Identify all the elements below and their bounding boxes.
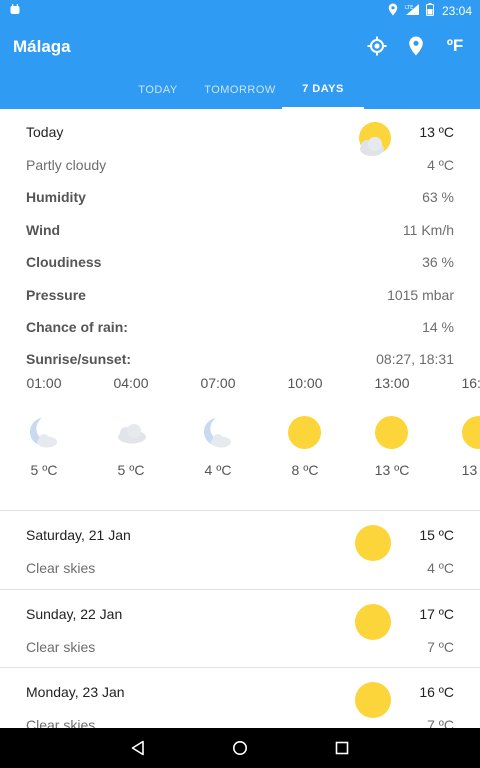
day-condition: Clear skies	[26, 560, 96, 576]
hour-time: 16:00	[461, 375, 480, 391]
day-name: Sunday, 22 Jan	[26, 606, 123, 622]
tab-bar: TODAY TOMORROW 7 DAYS	[0, 70, 480, 109]
gps-icon	[367, 36, 387, 56]
today-condition: Partly cloudy	[26, 157, 107, 173]
day-max-temp: 17 ºC	[419, 606, 454, 622]
sunrise-sunset-label: Sunrise/sunset:	[26, 351, 132, 367]
signal-icon: LTE	[404, 3, 420, 19]
back-triangle-icon	[131, 740, 144, 756]
today-label: Today	[26, 124, 64, 140]
recent-square-icon	[335, 741, 349, 755]
android-icon	[9, 3, 21, 18]
hourly-item: 13:00 13 ºC	[362, 375, 422, 478]
hourly-item: 16:00 13 ºC	[449, 375, 480, 478]
hourly-item: 07:00 4 ºC	[188, 375, 248, 478]
unit-toggle-button[interactable]: ºF	[441, 34, 469, 58]
wind-value: 11 Km/h	[402, 222, 454, 238]
location-status-icon	[388, 3, 398, 19]
day-row-saturday[interactable]: Saturday, 21 Jan 15 ºC Clear skies 4 ºC	[0, 511, 480, 589]
cloud-icon	[113, 415, 149, 451]
day-min-temp: 7 ºC	[427, 639, 454, 655]
sunrise-sunset-value: 08:27, 18:31	[376, 351, 454, 367]
map-pin-icon	[409, 36, 423, 56]
svg-text:LTE: LTE	[405, 5, 413, 11]
chance-of-rain-value: 14 %	[422, 319, 454, 335]
status-bar: LTE 23:04	[0, 0, 480, 20]
city-title: Málaga	[13, 37, 71, 56]
today-max-temp: 13 ºC	[419, 124, 454, 140]
hour-temp: 5 ºC	[30, 462, 58, 478]
forecast-list[interactable]: Today 13 ºC Partly cloudy 4 ºC Humidity …	[0, 109, 480, 728]
sun-icon	[288, 416, 321, 449]
hour-temp: 8 ºC	[291, 462, 319, 478]
hourly-item: 04:00 5 ºC	[101, 375, 161, 478]
hour-time: 01:00	[26, 375, 62, 391]
day-max-temp: 15 ºC	[419, 527, 454, 543]
moon-cloud-icon	[200, 415, 236, 451]
hour-time: 10:00	[287, 375, 323, 391]
sun-icon	[462, 416, 480, 449]
tab-today[interactable]: TODAY	[134, 70, 182, 109]
partly-cloudy-icon	[354, 121, 394, 161]
hourly-item: 01:00 5 ºC	[14, 375, 74, 478]
system-nav-bar	[0, 728, 480, 768]
wind-label: Wind	[26, 222, 61, 238]
tab-7-days[interactable]: 7 DAYS	[282, 70, 364, 109]
status-time: 23:04	[441, 4, 472, 18]
hour-temp: 4 ºC	[204, 462, 232, 478]
hour-time: 13:00	[374, 375, 410, 391]
day-max-temp: 16 ºC	[419, 684, 454, 700]
back-button[interactable]	[126, 736, 150, 760]
hourly-forecast-strip[interactable]: 01:00 5 ºC 04:00 5 ºC 07:00 4 ºC 10:00 8…	[0, 375, 480, 485]
app-bar: LTE 23:04 Málaga ºF TODAY TOMORROW 7 DAY…	[0, 0, 480, 109]
today-min-temp: 4 ºC	[427, 157, 454, 173]
hourly-item: 10:00 8 ºC	[275, 375, 335, 478]
choose-location-button[interactable]	[404, 34, 428, 58]
day-min-temp: 7 ºC	[427, 717, 454, 728]
day-min-temp: 4 ºC	[427, 560, 454, 576]
moon-cloud-icon	[26, 415, 62, 451]
hour-temp: 5 ºC	[117, 462, 145, 478]
cloudiness-label: Cloudiness	[26, 254, 102, 270]
hour-temp: 13 ºC	[374, 462, 410, 478]
chance-of-rain-label: Chance of rain:	[26, 319, 128, 335]
pressure-label: Pressure	[26, 287, 86, 303]
hour-time: 04:00	[113, 375, 149, 391]
day-name: Monday, 23 Jan	[26, 684, 125, 700]
day-row-sunday[interactable]: Sunday, 22 Jan 17 ºC Clear skies 7 ºC	[0, 590, 480, 668]
day-condition: Clear skies	[26, 717, 96, 728]
pressure-value: 1015 mbar	[387, 287, 454, 303]
hour-time: 07:00	[200, 375, 236, 391]
humidity-value: 63 %	[422, 189, 454, 205]
sun-icon	[355, 525, 391, 561]
cloudiness-value: 36 %	[422, 254, 454, 270]
today-card[interactable]: Today 13 ºC Partly cloudy 4 ºC Humidity …	[0, 109, 480, 510]
home-button[interactable]	[228, 736, 252, 760]
day-name: Saturday, 21 Jan	[26, 527, 131, 543]
sun-icon	[355, 604, 391, 640]
sun-icon	[355, 682, 391, 718]
day-condition: Clear skies	[26, 639, 96, 655]
my-location-button[interactable]	[365, 34, 389, 58]
hour-temp: 13 ºC	[461, 462, 480, 478]
home-circle-icon	[233, 741, 247, 755]
tab-tomorrow[interactable]: TOMORROW	[203, 70, 277, 109]
battery-icon	[425, 3, 434, 19]
sun-icon	[375, 416, 408, 449]
recent-apps-button[interactable]	[330, 736, 354, 760]
humidity-label: Humidity	[26, 189, 86, 205]
day-row-monday[interactable]: Monday, 23 Jan 16 ºC Clear skies 7 ºC	[0, 668, 480, 728]
